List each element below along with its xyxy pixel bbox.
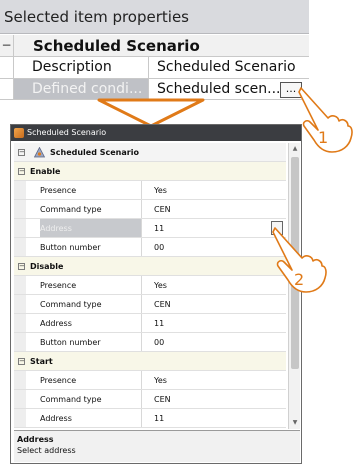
property-name: Command type: [40, 200, 142, 218]
category-label: Start: [30, 357, 53, 366]
property-row[interactable]: Button number 00: [14, 238, 286, 257]
property-name: Presence: [40, 181, 142, 199]
callout-number: 1: [318, 128, 329, 147]
property-value[interactable]: CEN: [154, 295, 171, 314]
property-value[interactable]: Yes: [154, 371, 167, 390]
dialog-title: Scheduled Scenario: [27, 128, 107, 137]
row-gutter: [14, 295, 26, 313]
property-value[interactable]: Yes: [154, 181, 167, 200]
app-icon: [14, 128, 24, 138]
pointing-hand-icon: 2: [272, 226, 328, 296]
property-name: Presence: [40, 371, 142, 389]
property-name: Command type: [40, 295, 142, 313]
property-group-row[interactable]: − Scheduled Scenario: [0, 35, 309, 57]
row-gutter: [14, 390, 26, 408]
property-value[interactable]: 00: [154, 238, 164, 257]
collapse-icon[interactable]: −: [18, 263, 25, 270]
row-gutter: [14, 219, 26, 237]
property-row[interactable]: Command type CEN: [14, 200, 286, 219]
row-gutter: [0, 79, 14, 99]
dialog-title-bar: Scheduled Scenario: [11, 125, 301, 141]
property-value[interactable]: 11: [154, 314, 164, 333]
category-label: Enable: [30, 167, 61, 176]
row-gutter: [14, 409, 26, 427]
property-name: Button number: [40, 238, 142, 256]
scroll-up-icon[interactable]: ▲: [289, 143, 301, 155]
property-row[interactable]: Presence Yes: [14, 276, 286, 295]
description-row[interactable]: Description Scheduled Scenario: [0, 57, 309, 79]
property-name: Address: [40, 409, 142, 427]
property-name: Presence: [40, 276, 142, 294]
property-value[interactable]: 00: [154, 333, 164, 352]
scenario-icon: [34, 147, 45, 158]
row-gutter: [14, 276, 26, 294]
property-row[interactable]: Presence Yes: [14, 371, 286, 390]
root-group-row[interactable]: − Scheduled Scenario: [14, 143, 286, 162]
row-gutter: [14, 371, 26, 389]
property-row[interactable]: Address 11: [14, 314, 286, 333]
property-value[interactable]: CEN: [154, 390, 171, 409]
row-gutter: [14, 314, 26, 332]
description-value[interactable]: Scheduled Scenario: [150, 57, 309, 78]
property-name: Address: [40, 314, 142, 332]
row-gutter: [14, 238, 26, 256]
help-title: Address: [17, 435, 54, 444]
collapse-icon[interactable]: −: [18, 149, 25, 156]
property-row[interactable]: Button number 00: [14, 333, 286, 352]
collapse-icon[interactable]: −: [0, 35, 14, 56]
property-row-selected[interactable]: Address 11: [14, 219, 286, 238]
scheduled-scenario-dialog: Scheduled Scenario − Scheduled Scenario …: [10, 124, 302, 464]
row-gutter: [14, 181, 26, 199]
collapse-icon[interactable]: −: [18, 168, 25, 175]
property-value[interactable]: CEN: [154, 200, 171, 219]
property-row[interactable]: Command type CEN: [14, 295, 286, 314]
help-text: Select address: [17, 446, 76, 455]
panel-header: Selected item properties: [0, 0, 309, 34]
property-name: Command type: [40, 390, 142, 408]
defined-conditions-value[interactable]: Scheduled scen...: [150, 79, 280, 99]
category-label: Disable: [30, 262, 64, 271]
scroll-down-icon[interactable]: ▼: [289, 417, 301, 429]
property-row[interactable]: Address 11: [14, 409, 286, 428]
defined-conditions-label: Defined condi...: [14, 79, 149, 99]
row-gutter: [14, 200, 26, 218]
property-group-title: Scheduled Scenario: [33, 37, 200, 55]
category-row-enable[interactable]: − Enable: [14, 162, 286, 181]
property-value[interactable]: Yes: [154, 276, 167, 295]
description-label: Description: [14, 57, 149, 78]
defined-conditions-row[interactable]: Defined condi... Scheduled scen...: [0, 79, 309, 100]
row-gutter: [0, 57, 14, 78]
category-row-disable[interactable]: − Disable: [14, 257, 286, 276]
property-row[interactable]: Presence Yes: [14, 181, 286, 200]
root-group-label: Scheduled Scenario: [50, 148, 139, 157]
selected-item-properties-panel: Selected item properties − Scheduled Sce…: [0, 0, 309, 100]
row-gutter: [14, 333, 26, 351]
help-panel: Address Select address: [14, 430, 300, 462]
property-value[interactable]: 11: [154, 409, 164, 428]
category-row-start[interactable]: − Start: [14, 352, 286, 371]
collapse-icon[interactable]: −: [18, 358, 25, 365]
callout-number: 2: [294, 270, 305, 289]
pointing-hand-icon: 1: [298, 86, 354, 156]
property-name: Button number: [40, 333, 142, 351]
property-value[interactable]: 11: [154, 219, 164, 238]
property-row[interactable]: Command type CEN: [14, 390, 286, 409]
property-name: Address: [40, 219, 142, 237]
property-grid: − Scheduled Scenario − Enable Presence Y…: [14, 143, 286, 429]
